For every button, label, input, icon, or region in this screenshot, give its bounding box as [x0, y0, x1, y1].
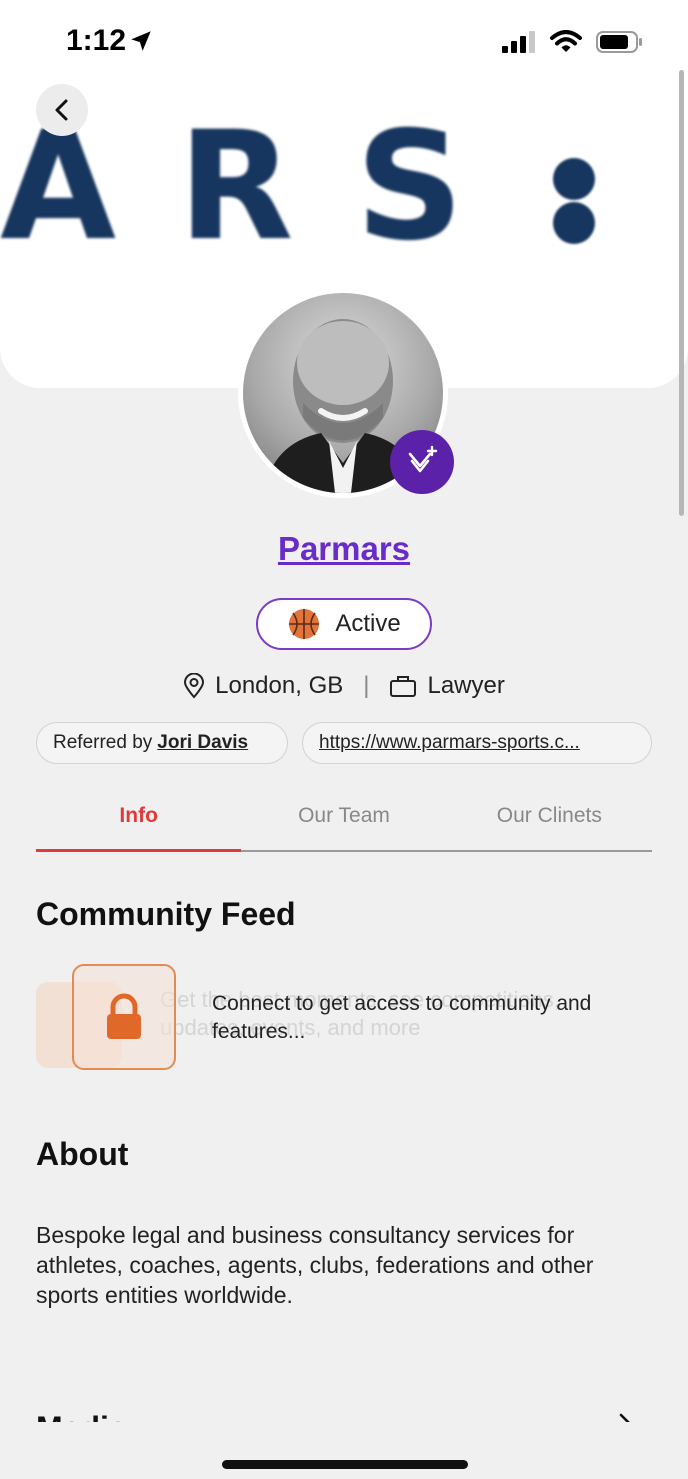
back-button[interactable]	[36, 84, 88, 136]
profile-tabs: Info Our Team Our Clinets	[36, 790, 652, 852]
basketball-icon	[289, 609, 320, 639]
status-label: Active	[335, 610, 401, 637]
community-feed-locked: Get the best moments, see competitions, …	[36, 964, 676, 1074]
banner-logo-dot	[553, 202, 595, 244]
status-time: 1:12	[66, 24, 127, 57]
status-icons	[502, 30, 644, 54]
status-bar: 1:12	[0, 0, 688, 86]
tab-our-team[interactable]: Our Team	[241, 790, 446, 850]
home-indicator[interactable]	[222, 1460, 468, 1469]
location-arrow-icon	[131, 31, 151, 51]
scroll-indicator[interactable]	[679, 70, 684, 516]
bottom-safe-area	[0, 1422, 688, 1479]
lock-overlay	[72, 964, 176, 1070]
lock-icon	[107, 993, 141, 1039]
locked-message: Connect to get access to community and f…	[212, 992, 592, 1043]
about-title: About	[36, 1136, 129, 1172]
location-pin-icon	[184, 673, 205, 699]
banner-logo-dot	[553, 158, 595, 200]
website-link[interactable]: https://www.parmars-sports.c...	[302, 722, 652, 764]
chevron-left-icon	[55, 99, 68, 121]
profile-meta: London, GB | Lawyer	[0, 672, 688, 700]
tab-info[interactable]: Info	[36, 790, 242, 852]
location-text: London, GB	[215, 672, 344, 699]
media-title[interactable]: Media	[36, 1408, 127, 1422]
referrer-name[interactable]: Jori Davis	[157, 732, 248, 754]
status-badge: Active	[256, 598, 432, 650]
profile-name[interactable]: Parmars	[0, 530, 688, 568]
tab-our-clients[interactable]: Our Clinets	[447, 790, 652, 850]
wifi-icon	[550, 30, 582, 52]
referred-by-chip[interactable]: Referred by Jori Davis	[36, 722, 288, 764]
about-text: Bespoke legal and business consultancy s…	[36, 1222, 594, 1308]
profession-text: Lawyer	[427, 672, 505, 699]
battery-icon	[596, 31, 642, 53]
community-feed-title: Community Feed	[36, 896, 296, 932]
verified-badge	[390, 430, 454, 494]
meta-divider: |	[363, 672, 370, 699]
cellular-signal-icon	[502, 31, 535, 53]
chevron-double-down-plus-icon	[408, 445, 438, 473]
briefcase-icon	[390, 676, 417, 697]
banner-logo: ARS	[0, 100, 526, 274]
referred-prefix: Referred by	[53, 732, 153, 753]
